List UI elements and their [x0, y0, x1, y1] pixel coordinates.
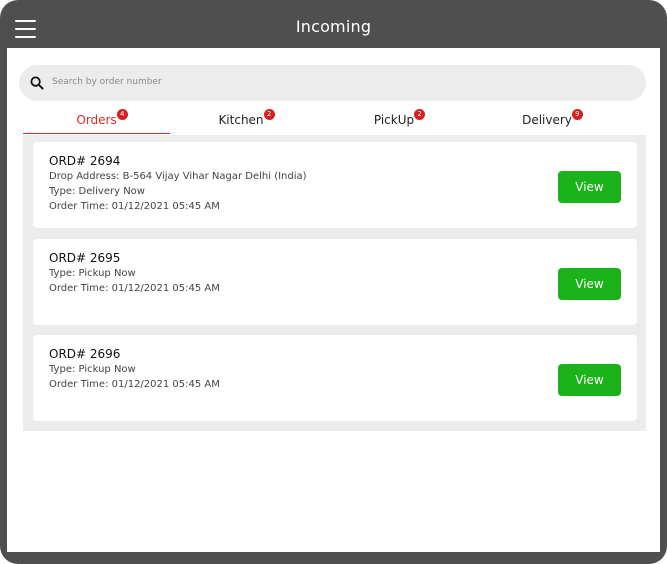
- view-button[interactable]: View: [558, 268, 621, 300]
- main-content: Search by order number Orders 4 Kitchen 2 …: [7, 48, 660, 552]
- order-id: ORD# 2696: [49, 347, 121, 361]
- order-id: ORD# 2694: [49, 154, 121, 168]
- count-badge: 2: [263, 109, 275, 120]
- search-input[interactable]: Search by order number: [52, 77, 162, 87]
- device-frame: Incoming Search by order number Orders 4 …: [0, 0, 667, 564]
- order-time: Order Time: 01/12/2021 05:45 AM: [49, 201, 220, 212]
- tab-pickup[interactable]: PickUp 2: [323, 106, 465, 133]
- view-button[interactable]: View: [558, 171, 621, 203]
- tab-label: Delivery: [522, 113, 572, 127]
- view-button[interactable]: View: [558, 364, 621, 396]
- order-list: ORD# 2694 Drop Address: B-564 Vijay Viha…: [23, 135, 646, 431]
- search-bar[interactable]: Search by order number: [19, 65, 646, 101]
- count-badge: 2: [414, 109, 426, 120]
- order-card: ORD# 2695 Type: Pickup Now Order Time: 0…: [33, 239, 637, 325]
- tab-label: Orders: [76, 113, 117, 127]
- tab-orders[interactable]: Orders 4: [23, 106, 170, 134]
- tab-label: PickUp: [373, 113, 415, 127]
- order-card: ORD# 2694 Drop Address: B-564 Vijay Viha…: [33, 142, 637, 228]
- order-tabs: Orders 4 Kitchen 2 PickUp 2 Delivery 9: [23, 106, 646, 134]
- count-badge: 9: [571, 109, 583, 120]
- tab-kitchen[interactable]: Kitchen 2: [170, 106, 312, 133]
- order-type: Type: Pickup Now: [49, 268, 136, 279]
- order-time: Order Time: 01/12/2021 05:45 AM: [49, 379, 220, 390]
- order-card: ORD# 2696 Type: Pickup Now Order Time: 0…: [33, 335, 637, 421]
- search-icon: [30, 76, 44, 90]
- page-title: Incoming: [295, 17, 372, 36]
- app-header: Incoming: [0, 0, 667, 48]
- tab-delivery[interactable]: Delivery 9: [476, 106, 618, 133]
- order-time: Order Time: 01/12/2021 05:45 AM: [49, 283, 220, 294]
- order-type: Type: Pickup Now: [49, 364, 136, 375]
- count-badge: 4: [116, 109, 128, 120]
- order-address: Drop Address: B-564 Vijay Vihar Nagar De…: [49, 171, 307, 182]
- order-id: ORD# 2695: [49, 251, 121, 265]
- tab-label: Kitchen: [218, 113, 264, 127]
- order-type: Type: Delivery Now: [49, 186, 145, 197]
